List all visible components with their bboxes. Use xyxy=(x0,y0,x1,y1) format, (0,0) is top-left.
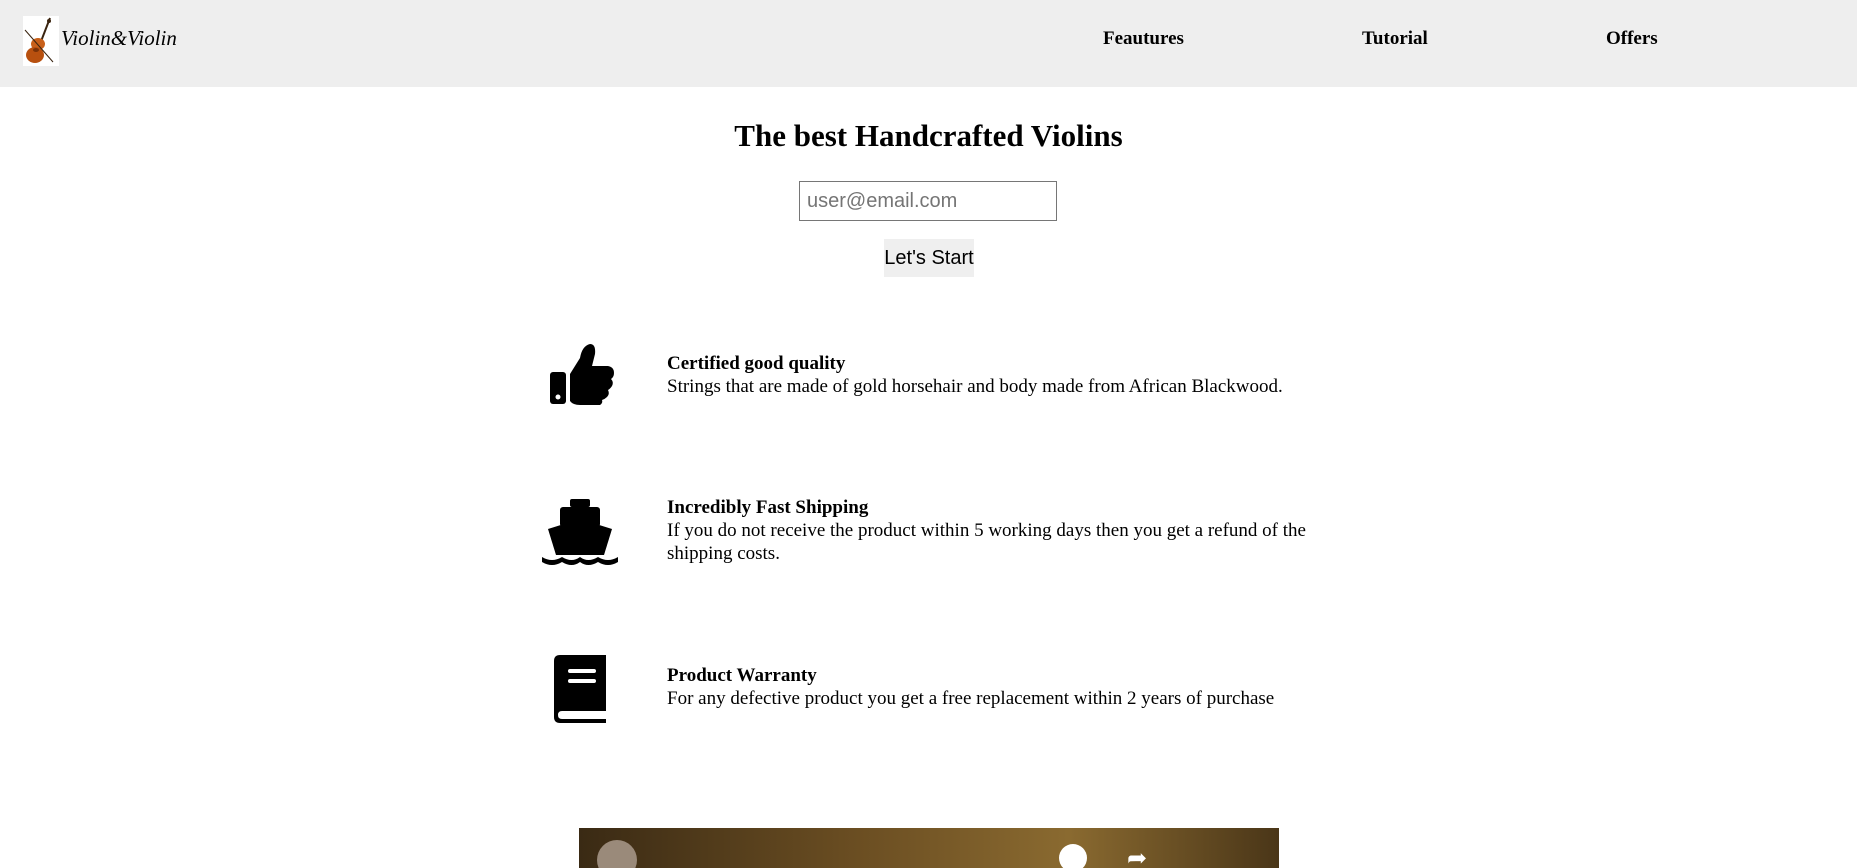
feature-description: Strings that are made of gold horsehair … xyxy=(667,376,1283,397)
thumbs-up-icon xyxy=(540,340,620,410)
feature-shipping: Incredibly Fast Shipping If you do not r… xyxy=(667,496,1367,565)
feature-description: If you do not receive the product within… xyxy=(667,520,1306,564)
share-icon[interactable]: ➦ xyxy=(1127,846,1155,868)
book-icon xyxy=(540,653,620,723)
feature-description: For any defective product you get a free… xyxy=(667,688,1275,709)
channel-avatar[interactable] xyxy=(597,840,637,868)
violin-logo-icon[interactable] xyxy=(23,16,59,66)
nav-link-offers[interactable]: Offers xyxy=(1606,28,1658,50)
feature-title: Certified good quality xyxy=(667,353,846,374)
page-title: The best Handcrafted Violins xyxy=(734,118,1123,153)
email-input[interactable] xyxy=(799,181,1057,221)
lets-start-button[interactable]: Let's Start xyxy=(884,239,974,277)
site-header: Violin&Violin Feautures Tutorial Offers xyxy=(0,0,1857,87)
feature-title: Incredibly Fast Shipping xyxy=(667,497,869,518)
nav-link-features[interactable]: Feautures xyxy=(1103,28,1184,50)
embedded-video[interactable]: ➦ xyxy=(579,828,1279,868)
feature-quality: Certified good quality Strings that are … xyxy=(667,352,1367,398)
nav-link-tutorial[interactable]: Tutorial xyxy=(1362,28,1428,50)
info-icon[interactable] xyxy=(1059,844,1087,868)
feature-title: Product Warranty xyxy=(667,665,817,686)
feature-warranty: Product Warranty For any defective produ… xyxy=(667,664,1367,710)
ship-icon xyxy=(540,497,620,567)
brand-name: Violin&Violin xyxy=(61,26,177,50)
